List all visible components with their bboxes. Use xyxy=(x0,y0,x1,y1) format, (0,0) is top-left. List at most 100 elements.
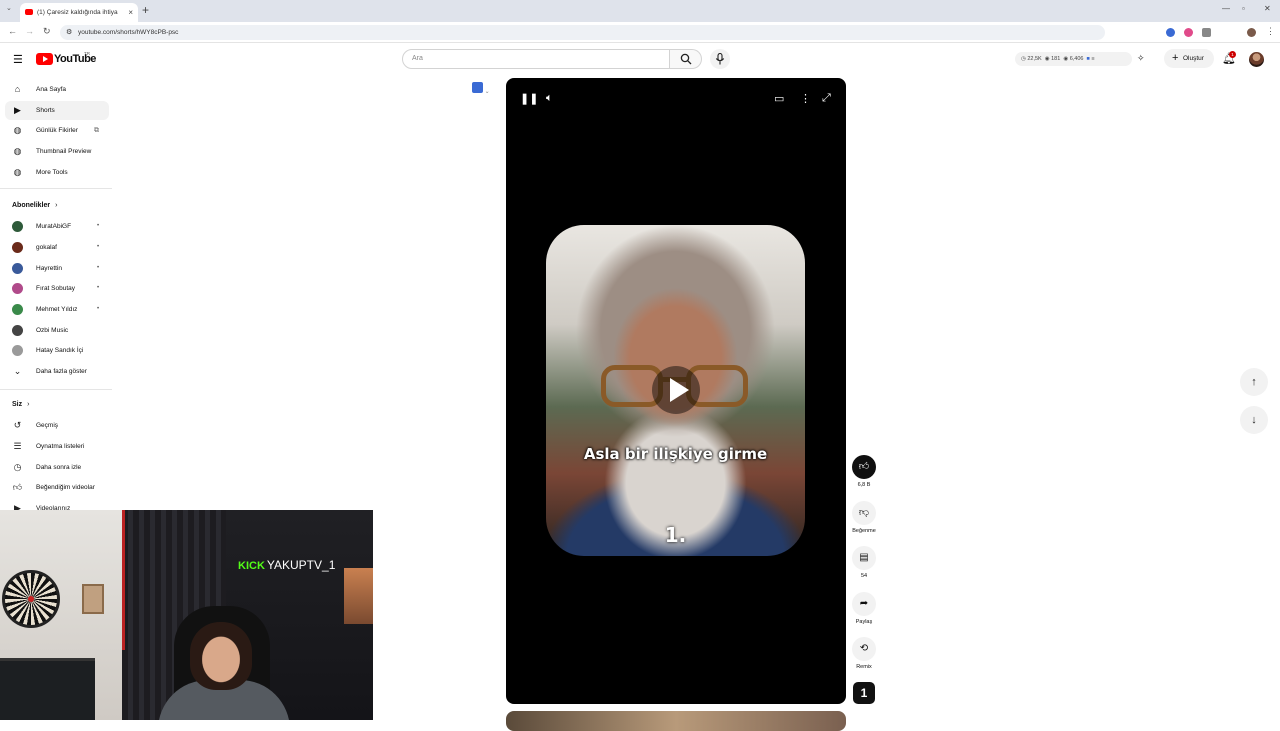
sidebar-item-history[interactable]: ↺ Geçmiş xyxy=(5,416,109,435)
like-button[interactable]: 👍︎ 6,8 B xyxy=(852,455,876,488)
you-title: Siz xyxy=(12,401,23,408)
webcam-overlay: KICK YAKUPTV_1 xyxy=(0,510,373,720)
url-field[interactable]: ⚙ youtube.com/shorts/hWY8cPB-psc xyxy=(60,25,1105,40)
site-info-icon[interactable]: ⚙ xyxy=(66,25,72,40)
profile-icon[interactable] xyxy=(1247,28,1256,37)
extension-icon[interactable] xyxy=(1202,28,1211,37)
browser-tab-title: (1) Çaresiz kaldığında ihtiya xyxy=(37,9,118,16)
fullscreen-icon[interactable]: ⤢ xyxy=(822,92,831,105)
sidebar-item-gunluk-fikirler[interactable]: ◍ Günlük Fikirler ⧉ xyxy=(5,121,109,140)
account-avatar[interactable] xyxy=(1249,52,1264,67)
poster-image xyxy=(344,568,373,624)
search-button[interactable] xyxy=(670,49,702,69)
sidebar-item-label: Fırat Sobutay xyxy=(36,285,76,292)
browser-tab[interactable]: (1) Çaresiz kaldığında ihtiya × xyxy=(20,3,138,22)
stats-extension-widget[interactable]: ◷ 22,5K ◉ 181 ◉ 6,406 ■ ≡ xyxy=(1015,52,1132,66)
reload-icon[interactable]: ↻ xyxy=(43,26,51,37)
more-options-icon[interactable]: ⋮ xyxy=(800,92,811,105)
sidebar-subscription-item[interactable]: Fırat Sobutay • xyxy=(5,279,109,298)
voice-search-button[interactable] xyxy=(710,49,730,69)
show-more-label: Daha fazla göster xyxy=(36,368,87,375)
volume-icon[interactable]: 🔈︎ xyxy=(546,92,553,105)
new-content-dot: • xyxy=(97,306,100,312)
extension-icon[interactable] xyxy=(1166,28,1175,37)
minimize-icon[interactable]: — xyxy=(1222,4,1230,13)
channel-avatar[interactable]: 1 xyxy=(853,682,875,704)
close-tab-icon[interactable]: × xyxy=(128,3,133,22)
sidebar-item-thumbnail-preview[interactable]: ◍ Thumbnail Preview xyxy=(5,142,109,161)
sidebar-item-shorts[interactable]: ▶ Shorts xyxy=(5,101,109,120)
dislike-button[interactable]: 👎︎ Beğenme xyxy=(852,501,876,534)
next-short-preview[interactable] xyxy=(506,711,846,731)
external-link-icon: ⧉ xyxy=(94,127,99,134)
new-content-dot: • xyxy=(97,265,100,271)
sidebar-divider xyxy=(0,188,112,189)
sidebar-subscription-item[interactable]: Hayrettin • xyxy=(5,259,109,278)
video-caption: Asla bir ilişkiye girme xyxy=(583,445,768,463)
search-input[interactable]: Ara xyxy=(402,49,670,69)
play-overlay-icon[interactable] xyxy=(652,366,700,414)
pause-icon[interactable]: ❚❚ xyxy=(520,92,538,105)
sparkle-icon[interactable]: ✧ xyxy=(1137,53,1145,64)
youtube-logo-icon[interactable] xyxy=(36,53,53,65)
remix-button[interactable]: ⟲ Remix xyxy=(852,637,876,670)
sidebar-item-label: Hatay Sandık İçi xyxy=(36,347,84,354)
chevron-down-icon: ⌄ xyxy=(13,366,22,376)
captions-icon[interactable]: ▭ xyxy=(774,92,784,105)
sidebar-item-label: Hayrettin xyxy=(36,265,63,272)
eye-icon: ◉ xyxy=(1063,56,1069,62)
share-button[interactable]: ➦ Paylaş xyxy=(852,592,876,625)
sidebar-item-more-tools[interactable]: ◍ More Tools xyxy=(5,163,109,182)
chevron-right-icon: › xyxy=(27,401,30,408)
sidebar-item-watch-later[interactable]: ◷ Daha sonra izle xyxy=(5,458,109,477)
remix-icon: ⟲ xyxy=(852,637,876,661)
menu-icon[interactable]: ☰ xyxy=(13,53,23,66)
close-window-icon[interactable]: ✕ xyxy=(1264,4,1271,13)
comments-button[interactable]: ▤ 54 xyxy=(852,546,876,579)
create-button[interactable]: + Oluştur xyxy=(1164,49,1214,68)
tab-list-icon[interactable]: ⌄ xyxy=(6,4,12,12)
sidebar-item-label: Daha sonra izle xyxy=(36,464,82,471)
history-icon: ↺ xyxy=(13,420,22,430)
arrow-down-icon: ↓ xyxy=(1251,414,1257,426)
sidebar-subscription-item[interactable]: Ozbi Music xyxy=(5,321,109,340)
sidebar-subscription-item[interactable]: gokalaf • xyxy=(5,238,109,257)
eye-icon: ◉ xyxy=(1044,56,1050,62)
sidebar-item-label: Oynatma listeleri xyxy=(36,443,85,450)
stat-other: 6,406 xyxy=(1069,56,1084,62)
back-icon[interactable]: ← xyxy=(8,26,17,36)
sidebar-item-label: Shorts xyxy=(36,107,55,114)
arrow-up-icon: ↑ xyxy=(1251,376,1257,388)
shorts-player[interactable]: ❚❚ 🔈︎ ▭ ⋮ ⤢ Asla bir ilişkiye girme 1. xyxy=(506,78,846,704)
sidebar-item-playlists[interactable]: ☰ Oynatma listeleri xyxy=(5,437,109,456)
sidebar-subscription-item[interactable]: MuratAbiGF • xyxy=(5,217,109,236)
next-short-button[interactable]: ↓ xyxy=(1240,406,1268,434)
forward-icon[interactable]: → xyxy=(25,26,34,36)
new-tab-button[interactable]: + xyxy=(142,3,149,17)
clock-icon: ◷ xyxy=(1021,56,1026,62)
shorts-icon: ▶ xyxy=(14,105,21,115)
extension-icon[interactable] xyxy=(1184,28,1193,37)
browser-menu-icon[interactable]: ⋮ xyxy=(1266,26,1275,37)
previous-short-button[interactable]: ↑ xyxy=(1240,368,1268,396)
show-more-button[interactable]: ⌄ Daha fazla göster xyxy=(5,362,109,381)
maximize-icon[interactable]: ▫ xyxy=(1242,4,1245,13)
channel-avatar xyxy=(12,325,23,336)
channel-avatar xyxy=(12,304,23,315)
sidebar-item-label: Ana Sayfa xyxy=(36,86,66,93)
sidebar-item-home[interactable]: ⌂ Ana Sayfa xyxy=(5,80,109,99)
channel-avatar xyxy=(12,263,23,274)
poster-image xyxy=(82,584,104,614)
sidebar-subscription-item[interactable]: Hatay Sandık İçi xyxy=(5,341,109,360)
you-heading[interactable]: Siz › xyxy=(12,401,29,408)
subscriptions-heading[interactable]: Abonelikler › xyxy=(12,202,57,209)
sidebar-subscription-item[interactable]: Mehmet Yıldız • xyxy=(5,300,109,319)
remix-label: Remix xyxy=(856,664,872,670)
new-content-dot: • xyxy=(97,285,100,291)
sidebar-item-label: Beğendiğim videolar xyxy=(36,484,95,491)
extension-dropdown-button[interactable]: ⌄ xyxy=(472,82,498,96)
youtube-favicon-icon xyxy=(25,9,33,15)
kick-watermark: KICK YAKUPTV_1 xyxy=(238,558,335,572)
sidebar-item-liked-videos[interactable]: 👍︎ Beğendiğim videolar xyxy=(5,478,109,497)
extension-icon: ■ xyxy=(1086,56,1090,62)
